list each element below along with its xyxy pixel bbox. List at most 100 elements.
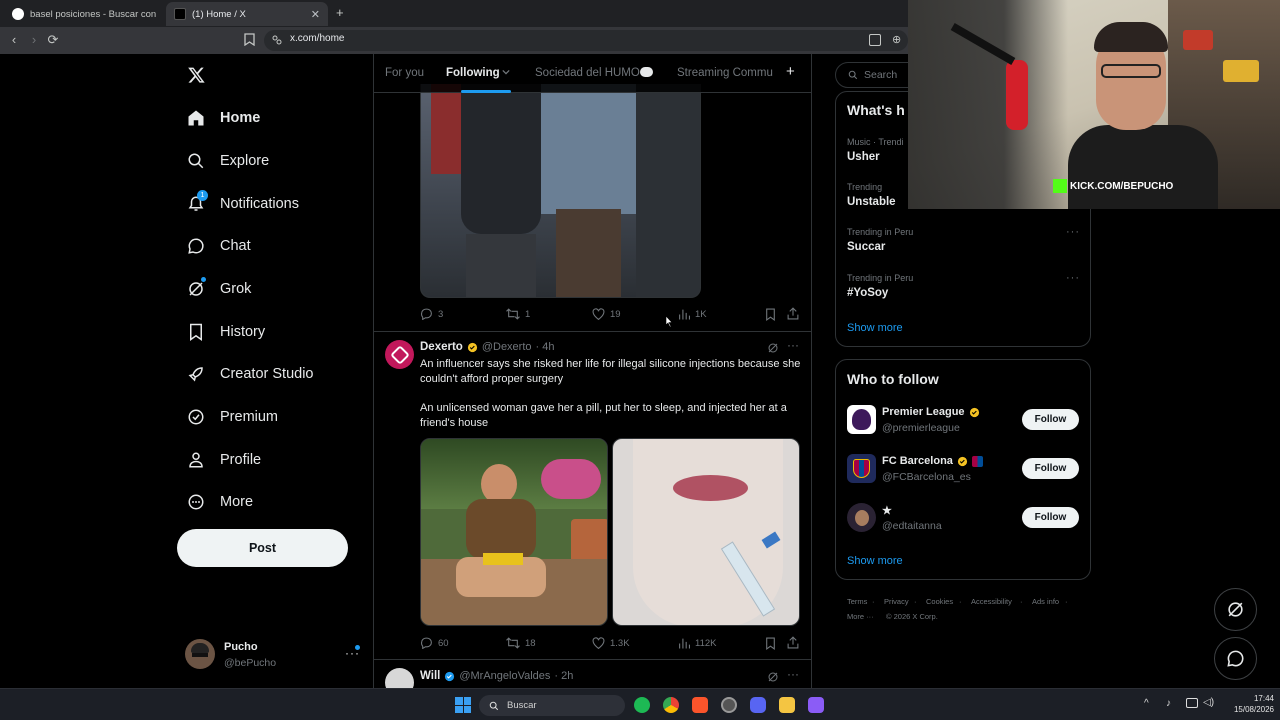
trend-yosoy[interactable]: #YoSoy <box>847 287 888 299</box>
translate-icon[interactable] <box>869 34 881 46</box>
tweet2-handle[interactable]: @MrAngeloValdes <box>459 670 550 682</box>
nav-history[interactable]: History <box>186 318 265 346</box>
tweet2-name[interactable]: Will <box>420 670 440 682</box>
chevron-down-icon[interactable] <box>502 68 510 76</box>
taskbar-search[interactable]: Buscar <box>479 695 625 716</box>
network-icon[interactable] <box>1186 698 1198 708</box>
tab-following[interactable]: Following <box>446 67 500 79</box>
follow-button[interactable]: Follow <box>1022 507 1079 528</box>
tweet1-image-1[interactable] <box>420 438 608 626</box>
nav-grok[interactable]: Grok <box>186 275 251 303</box>
tweet1-more-icon[interactable]: ··· <box>787 338 799 352</box>
volume-icon[interactable]: ◁) <box>1203 697 1214 708</box>
footer-more[interactable]: More ··· <box>847 612 874 621</box>
brave-icon[interactable] <box>692 697 708 713</box>
x-logo-icon[interactable] <box>187 66 206 84</box>
nav-creator-studio[interactable]: Creator Studio <box>186 360 314 388</box>
tweet0-reply[interactable]: 3 <box>420 308 443 320</box>
dexerto-avatar[interactable] <box>385 340 414 369</box>
tweet0-image[interactable] <box>420 84 701 298</box>
follow-button[interactable]: Follow <box>1022 409 1079 430</box>
clock[interactable]: 17:44 15/08/2026 <box>1222 693 1274 715</box>
messages-fab[interactable] <box>1214 637 1257 680</box>
discord-icon[interactable] <box>750 697 766 713</box>
address-bar[interactable] <box>264 30 908 51</box>
tweet1-handle[interactable]: @Dexerto <box>482 341 532 353</box>
footer-privacy[interactable]: Privacy <box>884 597 909 606</box>
account-avatar[interactable] <box>185 639 215 669</box>
tab-sociedad-del-humo[interactable]: Sociedad del HUMO <box>535 67 640 79</box>
tray-chevron-icon[interactable]: ^ <box>1144 698 1149 709</box>
trend-unstable[interactable]: Unstable <box>847 196 896 208</box>
tweet0-bookmark-icon[interactable] <box>765 308 776 321</box>
tab-for-you[interactable]: For you <box>385 67 424 79</box>
footer-terms[interactable]: Terms <box>847 597 867 606</box>
tweet0-views[interactable]: 1K <box>678 308 707 320</box>
back-icon[interactable]: ‹ <box>7 33 21 47</box>
trend-usher[interactable]: Usher <box>847 151 880 163</box>
grok-analyze-icon[interactable] <box>767 342 779 354</box>
kick-logo-icon <box>1053 179 1067 193</box>
tweet1-image-2[interactable] <box>612 438 800 626</box>
new-tab-button[interactable]: + <box>336 5 344 20</box>
tweet0-like[interactable]: 19 <box>592 308 621 320</box>
tweet1-reply[interactable]: 60 <box>420 637 449 649</box>
will-avatar[interactable] <box>385 668 414 688</box>
footer-accessibility[interactable]: Accessibility <box>971 597 1012 606</box>
zoom-icon[interactable]: ⊕ <box>892 33 901 46</box>
tweet1-bookmark-icon[interactable] <box>765 637 776 650</box>
tweet0-share-icon[interactable] <box>787 307 799 320</box>
tab-streaming-commu[interactable]: Streaming Commu <box>677 67 775 79</box>
add-tab-button[interactable]: + <box>786 63 795 80</box>
nav-profile[interactable]: Profile <box>186 446 261 474</box>
start-icon[interactable] <box>455 697 471 713</box>
bookmark-star-icon[interactable] <box>244 33 255 46</box>
trend-succar[interactable]: Succar <box>847 241 885 253</box>
reload-icon[interactable]: ⟳ <box>46 33 60 47</box>
footer-cookies[interactable]: Cookies <box>926 597 953 606</box>
nav-premium[interactable]: Premium <box>186 403 278 431</box>
follow-button[interactable]: Follow <box>1022 458 1079 479</box>
trending-show-more[interactable]: Show more <box>847 322 903 334</box>
app-icon[interactable] <box>721 697 737 713</box>
premier-league-avatar[interactable] <box>847 405 876 434</box>
calculator-icon[interactable] <box>808 697 824 713</box>
footer-ads-info[interactable]: Ads info <box>1032 597 1059 606</box>
tweet1-time[interactable]: · 4h <box>536 341 555 353</box>
trend-more-icon[interactable]: ··· <box>1066 272 1080 284</box>
browser-tab-google[interactable]: basel posiciones - Buscar con Google <box>4 2 164 26</box>
tweet1-name[interactable]: Dexerto <box>420 341 463 353</box>
heart-icon <box>592 308 605 320</box>
nav-notifications[interactable]: 1 Notifications <box>186 190 299 218</box>
site-info-icon[interactable] <box>272 35 282 45</box>
nav-more[interactable]: More <box>186 488 253 516</box>
tweet1-like[interactable]: 1.3K <box>592 637 630 649</box>
mic-tray-icon[interactable]: ♪ <box>1166 698 1171 709</box>
tweet1-views[interactable]: 112K <box>678 637 716 649</box>
nav-explore[interactable]: Explore <box>186 147 269 175</box>
tweet2-time[interactable]: · 2h <box>554 670 573 682</box>
nav-home[interactable]: Home <box>186 104 260 132</box>
grok-fab[interactable] <box>1214 588 1257 631</box>
tweet1-retweet[interactable]: 18 <box>506 637 536 649</box>
file-explorer-icon[interactable] <box>779 697 795 713</box>
grok-analyze-icon[interactable] <box>767 671 779 683</box>
tweet0-retweet[interactable]: 1 <box>506 308 530 320</box>
trend-more-icon[interactable]: ··· <box>1066 226 1080 238</box>
wtf-name[interactable]: FC Barcelona <box>882 455 983 467</box>
cloud-icon <box>640 67 653 77</box>
nav-chat[interactable]: Chat <box>186 232 251 260</box>
post-button[interactable]: Post <box>177 529 348 567</box>
wtf-name[interactable]: Premier League <box>882 406 980 418</box>
tweet2-more-icon[interactable]: ··· <box>787 667 799 681</box>
fc-barcelona-avatar[interactable] <box>847 454 876 483</box>
wtf-show-more[interactable]: Show more <box>847 555 903 567</box>
tweet1-share-icon[interactable] <box>787 636 799 649</box>
edtaitanna-avatar[interactable] <box>847 503 876 532</box>
chrome-icon[interactable] <box>663 697 679 713</box>
close-tab-icon[interactable]: ✕ <box>311 8 320 21</box>
wtf-name[interactable]: ★ <box>882 504 892 517</box>
spotify-icon[interactable] <box>634 697 650 713</box>
forward-icon[interactable]: › <box>27 33 41 47</box>
browser-tab-x[interactable]: (1) Home / X ✕ <box>166 2 328 26</box>
